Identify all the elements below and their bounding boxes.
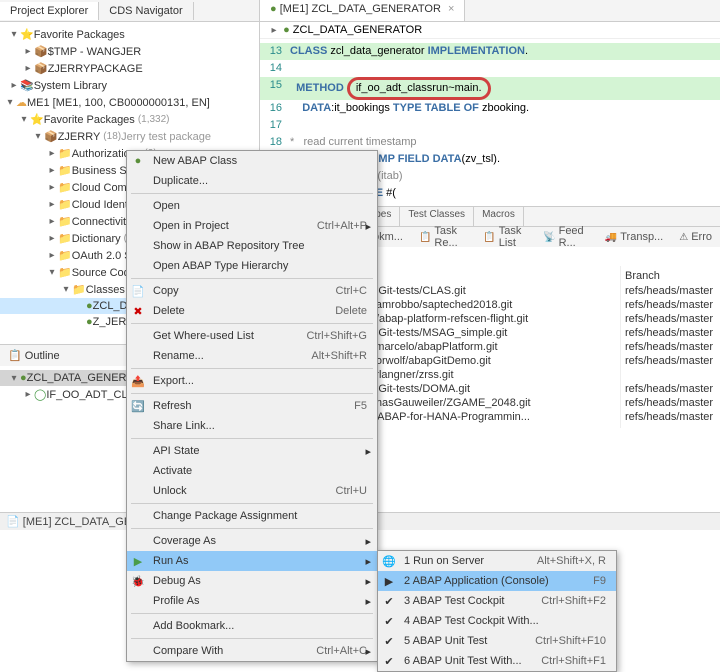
menu-copy[interactable]: 📄CopyCtrl+C — [127, 281, 377, 301]
tree-tmp[interactable]: ▸📦 $TMP - WANGJER — [0, 43, 259, 60]
tree-sys-library[interactable]: ▸📚 System Library — [0, 77, 259, 94]
ltab-feed[interactable]: 📡Feed R... — [535, 227, 597, 247]
submenu-run-as: 🌐1 Run on ServerAlt+Shift+X, R ▶2 ABAP A… — [377, 550, 617, 672]
ltab-task-list[interactable]: 📋Task List — [475, 227, 535, 247]
btab-macros[interactable]: Macros — [474, 207, 524, 226]
menu-share[interactable]: Share Link... — [127, 416, 377, 436]
tree-fav2[interactable]: ▾⭐ Favorite Packages(1,332) — [0, 111, 259, 128]
tree-zjerrypackage[interactable]: ▸📦 ZJERRYPACKAGE — [0, 60, 259, 77]
btab-test-classes[interactable]: Test Classes — [400, 207, 474, 226]
menu-refresh[interactable]: 🔄RefreshF5 — [127, 396, 377, 416]
menu-duplicate[interactable]: Duplicate... — [127, 171, 377, 191]
table-row[interactable]: refs/heads/master — [625, 340, 716, 354]
menu-open-hierarchy[interactable]: Open ABAP Type Hierarchy — [127, 256, 377, 276]
submenu-test-cockpit[interactable]: ✔3 ABAP Test CockpitCtrl+Shift+F2 — [378, 591, 616, 611]
table-row[interactable]: refs/heads/master — [625, 410, 716, 424]
menu-show-repo[interactable]: Show in ABAP Repository Tree — [127, 236, 377, 256]
tree-me1[interactable]: ▾☁ ME1 [ME1, 100, CB0000000131, EN] — [0, 94, 259, 111]
menu-change-pkg[interactable]: Change Package Assignment — [127, 506, 377, 526]
table-row[interactable]: refs/heads/master — [625, 326, 716, 340]
ltab-task-repo[interactable]: 📋Task Re... — [411, 227, 475, 247]
menu-unlock[interactable]: UnlockCtrl+U — [127, 481, 377, 501]
table-row[interactable]: refs/heads/master — [625, 284, 716, 298]
branch-column-header: Branch — [625, 270, 716, 284]
menu-add-bookmark[interactable]: Add Bookmark... — [127, 616, 377, 636]
table-row[interactable]: refs/heads/master — [625, 396, 716, 410]
submenu-test-cockpit-with[interactable]: ✔4 ABAP Test Cockpit With... — [378, 611, 616, 631]
menu-profile-as[interactable]: Profile As▸ — [127, 591, 377, 611]
tab-cds-navigator[interactable]: CDS Navigator — [99, 2, 193, 20]
table-row[interactable]: refs/heads/master — [625, 382, 716, 396]
submenu-abap-app[interactable]: ▶2 ABAP Application (Console)F9 — [378, 571, 616, 591]
tab-project-explorer[interactable]: Project Explorer — [0, 2, 99, 20]
editor-subtab[interactable]: ▸ ● ZCL_DATA_GENERATOR — [260, 22, 720, 39]
tree-zjerry[interactable]: ▾📦 ZJERRY(18) Jerry test package — [0, 128, 259, 145]
menu-coverage[interactable]: Coverage As▸ — [127, 531, 377, 551]
close-icon[interactable]: × — [448, 3, 454, 15]
menu-debug-as[interactable]: 🐞Debug As▸ — [127, 571, 377, 591]
menu-export[interactable]: 📤Export... — [127, 371, 377, 391]
tree-fav-packages[interactable]: ▾⭐ Favorite Packages — [0, 26, 259, 43]
submenu-unit-test[interactable]: ✔5 ABAP Unit TestCtrl+Shift+F10 — [378, 631, 616, 651]
menu-api-state[interactable]: API State▸ — [127, 441, 377, 461]
ltab-error[interactable]: ⚠Erro — [671, 227, 720, 247]
table-row[interactable] — [625, 368, 716, 382]
context-menu: ●New ABAP Class Duplicate... Open Open i… — [126, 150, 378, 662]
submenu-unit-test-with[interactable]: ✔6 ABAP Unit Test With...Ctrl+Shift+F1 — [378, 651, 616, 671]
submenu-run-server[interactable]: 🌐1 Run on ServerAlt+Shift+X, R — [378, 551, 616, 571]
table-row[interactable]: refs/heads/master — [625, 312, 716, 326]
table-row[interactable]: refs/heads/master — [625, 298, 716, 312]
menu-run-as[interactable]: ▶Run As▸ 🌐1 Run on ServerAlt+Shift+X, R … — [127, 551, 377, 571]
editor-tab-bar: ● [ME1] ZCL_DATA_GENERATOR × — [260, 0, 720, 22]
menu-open[interactable]: Open — [127, 196, 377, 216]
left-tab-bar: Project Explorer CDS Navigator — [0, 0, 259, 22]
menu-compare[interactable]: Compare WithCtrl+Alt+C▸ — [127, 641, 377, 661]
editor-tab[interactable]: ● [ME1] ZCL_DATA_GENERATOR × — [260, 0, 465, 21]
menu-rename[interactable]: Rename...Alt+Shift+R — [127, 346, 377, 366]
menu-delete[interactable]: ✖DeleteDelete — [127, 301, 377, 321]
menu-new-class[interactable]: ●New ABAP Class — [127, 151, 377, 171]
menu-where-used[interactable]: Get Where-used ListCtrl+Shift+G — [127, 326, 377, 346]
ltab-transport[interactable]: 🚚Transp... — [597, 227, 671, 247]
menu-activate[interactable]: Activate — [127, 461, 377, 481]
menu-open-project[interactable]: Open in ProjectCtrl+Alt+P▸ — [127, 216, 377, 236]
table-row[interactable]: refs/heads/master — [625, 354, 716, 368]
